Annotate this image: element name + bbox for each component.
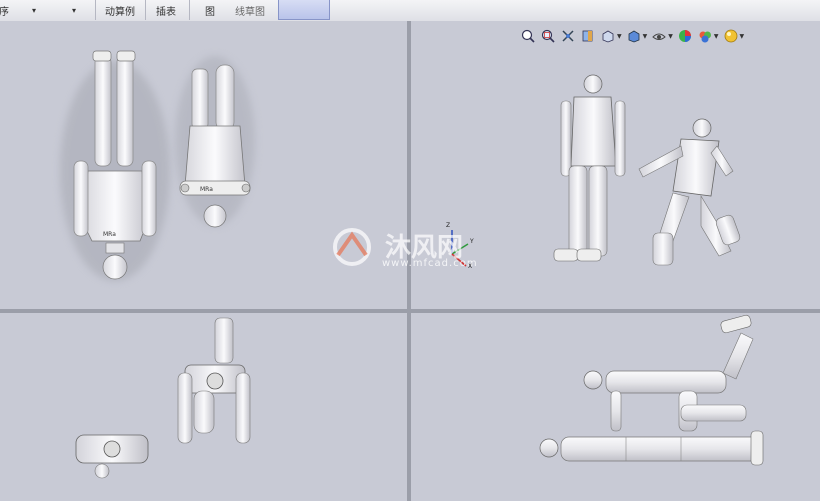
apply-scene-caret[interactable]: ▼ — [714, 33, 719, 40]
edit-appearance-icon[interactable] — [677, 28, 693, 44]
heads-up-view-toolbar: ▼ ▼ ▼ ▼ ▼ — [520, 26, 780, 46]
view-orientation-caret[interactable]: ▼ — [617, 33, 622, 40]
graph-button[interactable]: 图 — [198, 0, 222, 20]
toolbar-divider — [189, 0, 190, 20]
dropdown-arrow-2[interactable]: ▾ — [68, 0, 80, 20]
robot-side-view-model — [539, 314, 764, 466]
hide-show-icon[interactable] — [651, 28, 667, 44]
watermark-logo-icon — [333, 228, 371, 266]
command-manager-toolbar: 序 ▾ ▾ 动算例 插表 图 线草图 — [0, 0, 820, 22]
svg-text:MRa: MRa — [103, 231, 116, 238]
display-style-caret[interactable]: ▼ — [643, 33, 648, 40]
dropdown-arrow-1[interactable]: ▾ — [28, 0, 40, 20]
sketch-button[interactable]: 线草图 — [230, 0, 270, 20]
section-view-icon[interactable] — [580, 28, 596, 44]
zoom-area-icon[interactable] — [540, 28, 556, 44]
motion-study-button[interactable]: 动算例 — [100, 0, 140, 20]
previous-view-icon[interactable] — [560, 28, 576, 44]
svg-text:MRa: MRa — [200, 186, 213, 193]
active-tab[interactable] — [278, 0, 330, 20]
display-style-icon[interactable] — [626, 28, 642, 44]
view-settings-caret[interactable]: ▼ — [740, 33, 745, 40]
watermark-url: www.mfcad.com — [382, 258, 478, 269]
view-orientation-icon[interactable] — [600, 28, 616, 44]
zoom-to-fit-icon[interactable] — [520, 28, 536, 44]
robot-front-view-model — [75, 317, 251, 479]
viewport-bottom-left[interactable] — [0, 313, 407, 501]
expand-table-button[interactable]: 插表 — [150, 0, 182, 20]
viewport-horizontal-splitter[interactable] — [0, 309, 820, 313]
toolbar-divider — [95, 0, 96, 20]
hide-show-caret[interactable]: ▼ — [668, 33, 673, 40]
watermark: 沐风网 www.mfcad.com — [330, 225, 500, 275]
toolbar-divider — [145, 0, 146, 20]
viewport-bottom-right[interactable] — [411, 313, 820, 501]
partial-label: 序 — [0, 6, 9, 18]
view-settings-icon[interactable] — [723, 28, 739, 44]
apply-scene-icon[interactable] — [697, 28, 713, 44]
